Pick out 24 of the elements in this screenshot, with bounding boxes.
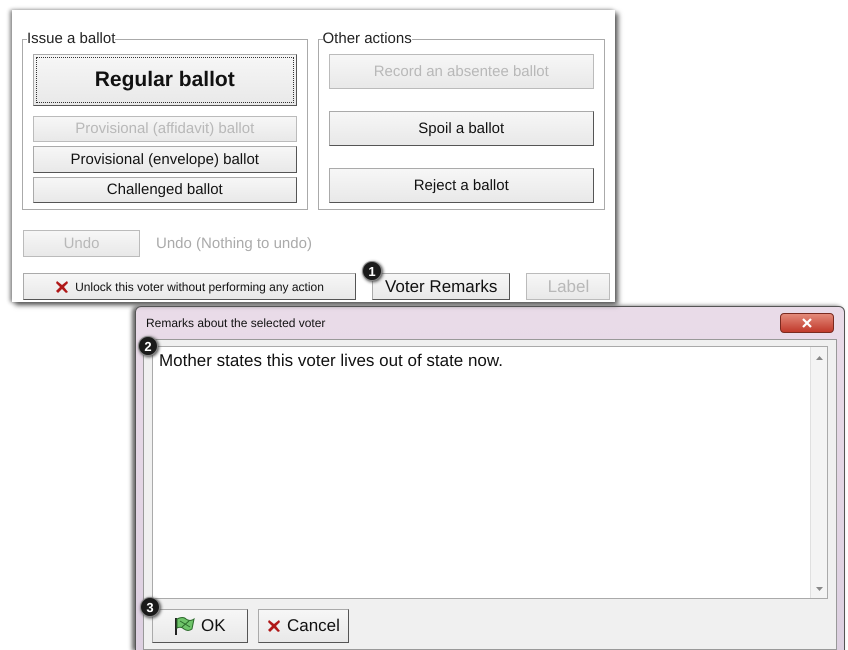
dialog-title: Remarks about the selected voter [146, 316, 326, 330]
flag-icon [173, 616, 195, 636]
unlock-button[interactable]: Unlock this voter without performing any action [23, 273, 356, 300]
scroll-up-icon[interactable] [816, 356, 823, 360]
callout-badge: 2 [138, 336, 158, 356]
regular-ballot-button[interactable]: Regular ballot [33, 54, 297, 106]
ballot-button[interactable]: Challenged ballot [33, 176, 297, 203]
callout-badge: 3 [140, 597, 160, 617]
cross-icon [55, 280, 70, 294]
remarks-field[interactable]: Mother states this voter lives out of state now. [152, 346, 828, 599]
ballot-button[interactable]: Provisional (envelope) ballot [33, 146, 297, 173]
group-legend: Issue a ballot [27, 32, 116, 46]
callout-badge: 1 [362, 261, 382, 281]
ok-button[interactable]: OK [152, 609, 248, 643]
undo-status: Undo (Nothing to undo) [156, 235, 312, 252]
scroll-down-icon[interactable] [816, 587, 823, 591]
action-button[interactable]: Spoil a ballot [328, 111, 594, 146]
close-icon [802, 318, 812, 328]
close-button[interactable] [780, 313, 834, 333]
cross-icon [267, 619, 281, 633]
cancel-button[interactable]: Cancel [258, 609, 349, 643]
group-legend: Other actions [322, 32, 412, 46]
scrollbar[interactable] [810, 347, 827, 598]
action-button[interactable]: Reject a ballot [328, 168, 594, 203]
